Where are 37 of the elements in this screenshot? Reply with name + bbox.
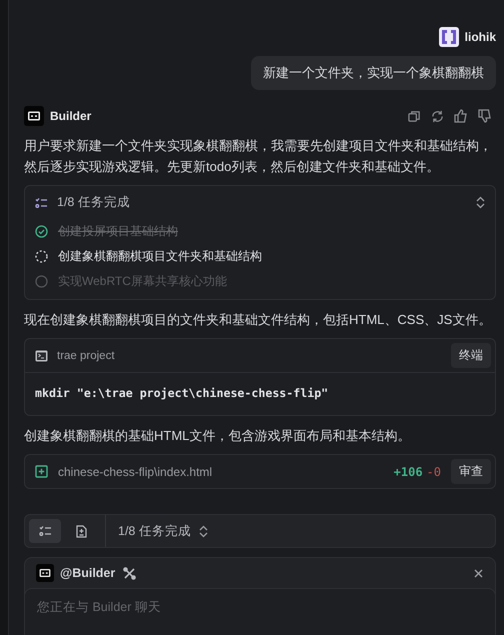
message-paragraph: 用户要求新建一个文件夹实现象棋翻翻棋，我需要先创建项目文件夹和基础结构，然后逐步实现游戏逻辑。先更新todo列表，然后创建文件夹和基础文件。 [24, 137, 493, 176]
user-name: liohik [464, 30, 496, 44]
terminal-path: trae project [57, 350, 116, 362]
document-icon [76, 524, 86, 538]
task-item: 实现WebRTC屏幕共享核心功能 [58, 273, 227, 290]
task-item: 创建投屏项目基础结构 [58, 223, 178, 240]
message-paragraph: 创建象棋翻翻棋的基础HTML文件，包含游戏界面布局和基本结构。 [24, 427, 412, 445]
chat-input[interactable]: 您正在与 Builder 聊天 [24, 588, 496, 635]
expand-collapse-icon[interactable] [198, 524, 208, 538]
file-added-icon [35, 465, 48, 478]
checklist-icon [38, 525, 52, 537]
tools-icon [123, 566, 136, 580]
bot-avatar-icon [24, 106, 44, 126]
bot-avatar-icon [36, 564, 54, 582]
thumbs-down-icon[interactable] [478, 109, 492, 123]
task-summary[interactable]: 1/8 任务完成 [118, 522, 191, 540]
task-summary: 1/8 任务完成 [57, 194, 131, 211]
message-paragraph: 现在创建象棋翻翻棋项目的文件夹和基础文件结构，包括HTML、CSS、JS文件。 [24, 311, 492, 329]
added-lines: +106 [394, 464, 423, 478]
user-message: 新建一个文件夹，实现一个象棋翻翻棋 [251, 56, 496, 90]
close-icon[interactable] [474, 568, 483, 578]
user-avatar-icon [438, 27, 459, 47]
panel-tab[interactable] [29, 519, 61, 543]
removed-lines: -0 [426, 464, 441, 478]
terminal-icon [35, 350, 48, 362]
terminal-button[interactable]: 终端 [451, 343, 491, 368]
expand-collapse-icon[interactable] [476, 196, 485, 209]
assistant-name: Builder [50, 109, 92, 123]
thumbs-up-icon[interactable] [454, 109, 468, 123]
refresh-icon[interactable] [431, 110, 444, 122]
copy-icon[interactable] [408, 110, 421, 122]
task-item: 创建象棋翻翻棋项目文件夹和基础结构 [58, 248, 262, 265]
agent-mention: @Builder [60, 566, 116, 580]
terminal-command: mkdir "e:\trae project\chinese-chess-flip" [34, 385, 330, 402]
file-path[interactable]: chinese-chess-flip\index.html [58, 464, 384, 478]
checklist-icon [35, 196, 48, 208]
review-button[interactable]: 审查 [451, 459, 491, 484]
